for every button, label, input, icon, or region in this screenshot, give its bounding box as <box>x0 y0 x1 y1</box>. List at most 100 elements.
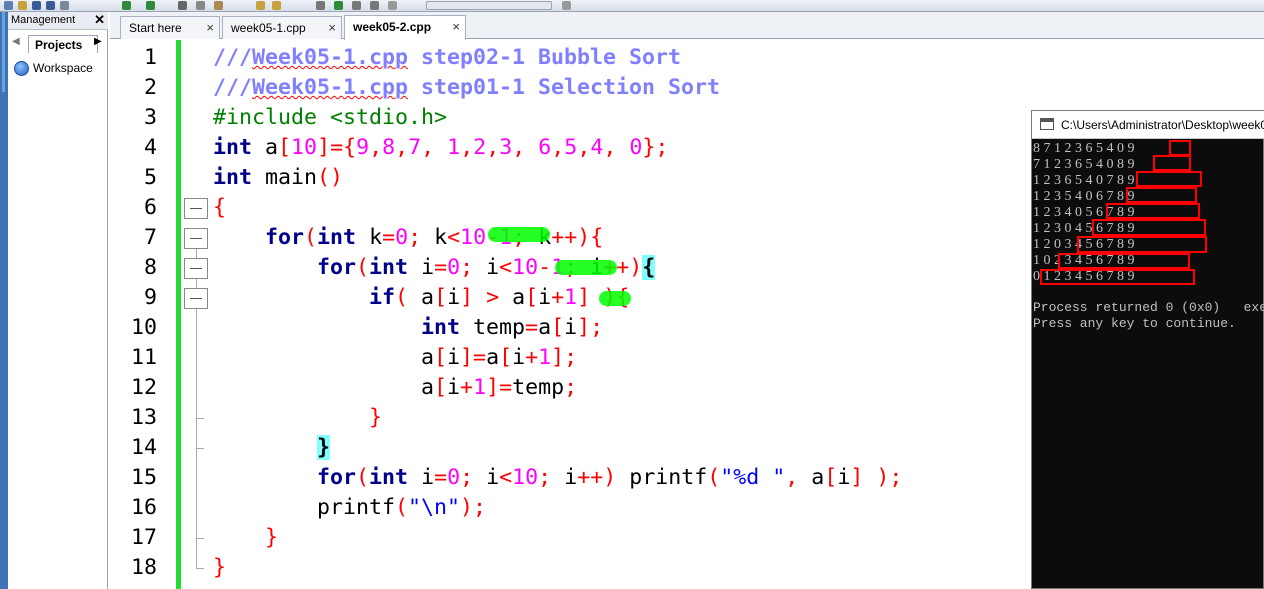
save-icon[interactable] <box>32 1 41 10</box>
tab-week05-1[interactable]: week05-1.cpp × <box>222 16 342 39</box>
run-icon[interactable] <box>334 1 343 10</box>
tab-label: week05-2.cpp <box>353 20 432 34</box>
line-number: 17 <box>130 525 157 550</box>
code-token: , <box>551 135 565 160</box>
code-token: , <box>577 135 591 160</box>
console-title: C:\Users\Administrator\Desktop\week05-2.… <box>1061 118 1264 132</box>
open-file-icon[interactable] <box>18 1 27 10</box>
code-token: [ <box>278 135 292 160</box>
abort-icon[interactable] <box>388 1 397 10</box>
code-token: ( <box>356 465 370 490</box>
code-token: for <box>317 465 357 490</box>
debug-icon[interactable] <box>562 1 571 10</box>
copy-icon[interactable] <box>196 1 205 10</box>
code-token: } <box>369 405 383 430</box>
code-token: , <box>369 135 383 160</box>
console-window[interactable]: C:\Users\Administrator\Desktop\week05-2.… <box>1031 110 1264 589</box>
code-token: ); <box>460 495 487 520</box>
code-token: () <box>317 165 344 190</box>
code-token: , <box>785 465 799 490</box>
code-token: a <box>213 345 435 370</box>
console-output-line: 7 1 2 3 6 5 4 0 8 9 <box>1033 157 1135 172</box>
code-token: } <box>265 525 279 550</box>
close-tab-icon[interactable]: × <box>206 20 214 35</box>
code-token: 1 <box>447 135 461 160</box>
code-token: [ <box>434 375 448 400</box>
code-token: i <box>473 465 500 490</box>
code-token: ; <box>460 255 474 280</box>
code-token: "\n" <box>408 495 461 520</box>
paste-icon[interactable] <box>214 1 223 10</box>
console-output-line: 1 2 3 6 5 4 0 7 8 9 <box>1033 173 1135 188</box>
code-token: < <box>499 255 513 280</box>
code-token: [ <box>434 345 448 370</box>
line-number: 18 <box>130 555 157 580</box>
code-token: i <box>408 255 435 280</box>
new-file-icon[interactable] <box>4 1 13 10</box>
undo-icon[interactable] <box>122 1 131 10</box>
console-titlebar[interactable]: C:\Users\Administrator\Desktop\week05-2.… <box>1032 111 1264 139</box>
highlight-mark <box>555 260 617 275</box>
code-token: i <box>564 315 578 340</box>
build-icon[interactable] <box>316 1 325 10</box>
code-token: + <box>551 285 565 310</box>
code-token: "%d " <box>720 465 786 490</box>
code-text: int a[10]={9,8,7, 1,2,3, 6,5,4, 0}; <box>213 133 668 163</box>
code-token: /// <box>213 45 253 70</box>
close-tab-icon[interactable]: × <box>328 20 336 35</box>
build-run-icon[interactable] <box>352 1 361 10</box>
close-icon[interactable]: ✕ <box>94 12 105 28</box>
red-annotation-box <box>1106 203 1200 219</box>
close-tab-icon[interactable]: × <box>452 19 460 34</box>
rebuild-icon[interactable] <box>370 1 379 10</box>
code-token: int <box>421 315 461 340</box>
code-token: ( <box>304 225 318 250</box>
code-token: ++){ <box>551 225 604 250</box>
line-number: 13 <box>130 405 157 430</box>
tab-start-here[interactable]: Start here × <box>120 16 220 39</box>
tab-projects[interactable]: Projects <box>28 35 98 53</box>
code-token: 10 <box>512 465 539 490</box>
code-token: ( <box>395 285 409 310</box>
line-number: 1 <box>143 45 157 70</box>
code-token: }; <box>642 135 669 160</box>
code-token: 10 <box>512 255 539 280</box>
code-text: int temp=a[i]; <box>213 313 603 343</box>
line-number: 7 <box>143 225 157 250</box>
code-text: { <box>213 193 226 223</box>
tab-scroll-right-icon[interactable]: ▶ <box>94 36 102 47</box>
code-token: 10 <box>291 135 318 160</box>
left-edge <box>0 12 8 589</box>
tab-week05-2[interactable]: week05-2.cpp × <box>344 15 466 40</box>
code-token: , <box>421 135 448 160</box>
tab-scroll-left-icon[interactable]: ◀ <box>12 36 20 47</box>
code-token: 7 <box>408 135 422 160</box>
line-number: 6 <box>143 195 157 220</box>
code-token: 0 <box>447 465 461 490</box>
code-token: 8 <box>382 135 396 160</box>
save-all-icon[interactable] <box>46 1 55 10</box>
redo-icon[interactable] <box>146 1 155 10</box>
code-text: ///Week05-1.cpp step01-1 Selection Sort <box>213 73 720 103</box>
red-annotation-box <box>1136 171 1202 187</box>
print-icon[interactable] <box>60 1 69 10</box>
find-icon[interactable] <box>256 1 265 10</box>
code-token: ; <box>538 465 552 490</box>
code-token: 1 <box>538 345 552 370</box>
target-dropdown[interactable] <box>426 1 552 10</box>
code-text: if( a[i] > a[i+1] ){ <box>213 283 629 313</box>
replace-icon[interactable] <box>272 1 281 10</box>
code-token: for <box>265 225 305 250</box>
code-token: 5 <box>564 135 578 160</box>
code-token: i <box>408 465 435 490</box>
code-token: 1 <box>564 285 578 310</box>
red-annotation-box <box>1092 219 1206 236</box>
code-token: for <box>317 255 357 280</box>
code-token: a <box>486 345 500 370</box>
workspace-item[interactable]: Workspace <box>14 59 93 77</box>
cut-icon[interactable] <box>178 1 187 10</box>
code-token: int <box>369 255 409 280</box>
